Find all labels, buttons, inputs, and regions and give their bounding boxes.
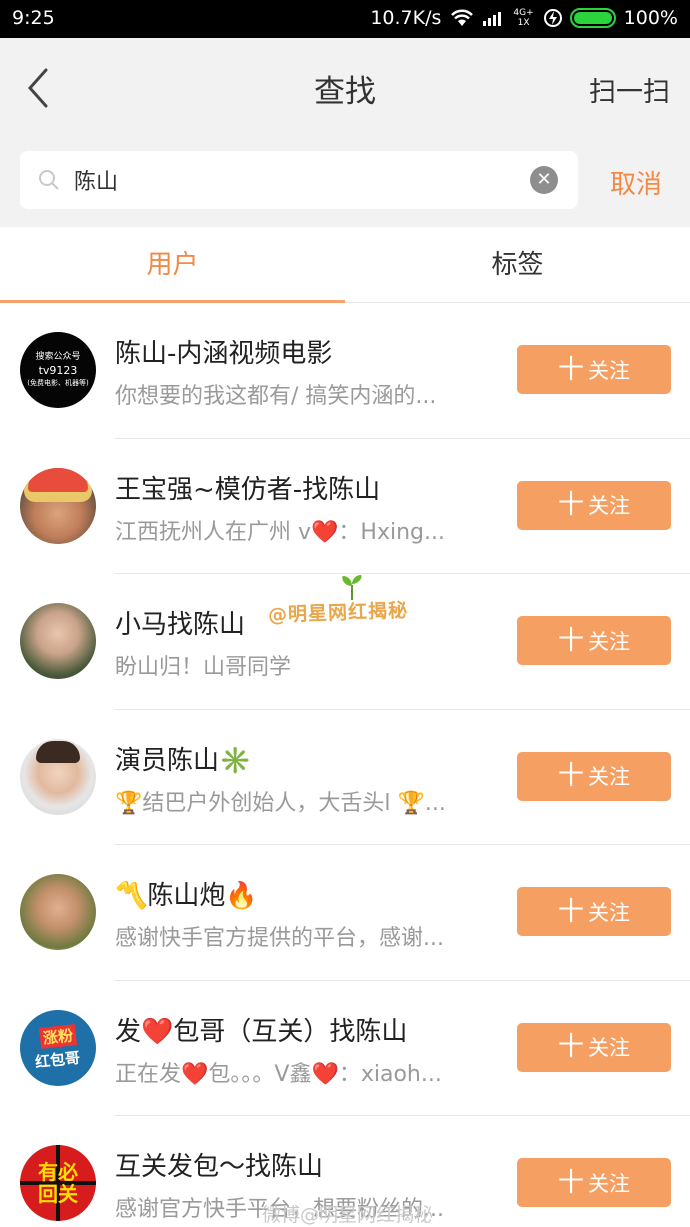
list-item[interactable]: 演员陈山✳️ 🏆结巴户外创始人，大舌头l 🏆... 十 关注: [0, 710, 690, 845]
plus-icon: 十: [557, 625, 584, 656]
user-description: 盼山归！山哥同学: [115, 655, 292, 680]
signal-bars-icon: [483, 12, 502, 26]
avatar[interactable]: [20, 874, 96, 950]
follow-button[interactable]: 十 关注: [517, 751, 671, 801]
footer-watermark: 微博@明星网红揭秘: [262, 1204, 434, 1226]
list-item[interactable]: 〽️陈山炮🔥 感谢快手官方提供的平台，感谢... 十 关注: [0, 845, 690, 981]
charging-icon: [543, 9, 562, 27]
user-result-list: 搜索公众号 tv9123 (免费电影、机器等) 陈山-内涵视频电影 你想要的我这…: [0, 303, 690, 1227]
follow-button[interactable]: 十 关注: [517, 480, 671, 530]
plus-icon: 十: [557, 354, 584, 385]
user-name: 小马找陈山: [115, 610, 246, 640]
network-label: 4G+: [513, 8, 534, 18]
follow-label: 关注: [588, 765, 630, 789]
clear-icon[interactable]: ✕: [530, 166, 558, 194]
avatar-text: tv9123: [38, 363, 78, 377]
plus-icon: 十: [557, 761, 584, 791]
user-description: 你想要的我这都有/ 搞笑内涵的...: [115, 384, 437, 409]
battery-percent: 100%: [623, 7, 678, 29]
user-name: 互关发包～找陈山: [115, 1152, 324, 1182]
avatar-text: 回关: [38, 1182, 78, 1206]
list-item[interactable]: 涨粉 红包哥 发❤️包哥（互关）找陈山 正在发❤️包。。。V鑫❤️：xiaoh.…: [0, 981, 690, 1116]
avatar[interactable]: [20, 603, 96, 679]
search-icon: [39, 170, 59, 190]
battery-icon: [569, 8, 616, 28]
network-speed: 10.7K/s: [370, 7, 442, 29]
follow-label: 关注: [588, 494, 630, 518]
watermark-text: @明星网红揭秘: [267, 599, 409, 627]
wifi-icon: [451, 9, 474, 26]
follow-label: 关注: [588, 1036, 630, 1060]
plus-icon: 十: [557, 1032, 584, 1062]
follow-button[interactable]: 十 关注: [517, 1158, 671, 1207]
tab-tags[interactable]: 标签: [345, 227, 690, 302]
cancel-button[interactable]: 取消: [610, 164, 662, 201]
page-title: 查找: [314, 74, 376, 110]
avatar[interactable]: 搜索公众号 tv9123 (免费电影、机器等): [20, 332, 96, 408]
tab-bar: 用户 标签: [0, 227, 690, 303]
scan-button[interactable]: 扫一扫: [589, 70, 670, 109]
user-name: 发❤️包哥（互关）找陈山: [115, 1016, 408, 1047]
follow-label: 关注: [588, 358, 630, 383]
user-name: 〽️陈山炮🔥: [115, 881, 258, 911]
user-description: 江西抚州人在广州 v❤️：Hxing...: [115, 519, 445, 545]
avatar[interactable]: [20, 467, 96, 544]
avatar-text: 搜索公众号: [35, 351, 81, 362]
follow-button[interactable]: 十 关注: [517, 1022, 671, 1072]
status-bar: 9:25 10.7K/s 4G+ 1X 100%: [0, 0, 690, 38]
user-description: 正在发❤️包。。。V鑫❤️：xiaoh...: [115, 1061, 442, 1087]
follow-button[interactable]: 十 关注: [517, 616, 671, 665]
list-item[interactable]: 搜索公众号 tv9123 (免费电影、机器等) 陈山-内涵视频电影 你想要的我这…: [0, 303, 690, 439]
follow-label: 关注: [588, 900, 630, 925]
status-indicators: 10.7K/s 4G+ 1X 100%: [370, 7, 678, 29]
plus-icon: 十: [557, 1167, 584, 1198]
follow-label: 关注: [588, 1171, 630, 1196]
plus-icon: 十: [557, 896, 584, 927]
list-item[interactable]: 王宝强~模仿者-找陈山 江西抚州人在广州 v❤️：Hxing... 十 关注: [0, 439, 690, 574]
follow-button[interactable]: 十 关注: [517, 887, 671, 936]
avatar-text: 涨粉: [38, 1023, 77, 1049]
follow-label: 关注: [588, 629, 630, 654]
search-box[interactable]: ✕: [20, 151, 578, 209]
user-description: 感谢快手官方提供的平台，感谢...: [115, 926, 444, 951]
avatar-text: 有必: [38, 1160, 78, 1184]
user-name: 陈山-内涵视频电影: [115, 339, 333, 369]
plus-icon: 十: [557, 490, 584, 520]
user-name: 王宝强~模仿者-找陈山: [115, 474, 381, 505]
follow-button[interactable]: 十 关注: [517, 345, 671, 394]
status-time: 9:25: [12, 7, 55, 29]
network-sub-label: 1X: [517, 18, 530, 28]
avatar-text: 红包哥: [34, 1048, 82, 1071]
network-type: 4G+ 1X: [513, 8, 533, 28]
avatar-text: (免费电影、机器等): [27, 378, 89, 387]
avatar[interactable]: 涨粉 红包哥: [20, 1009, 96, 1086]
search-input[interactable]: [74, 151, 514, 209]
avatar[interactable]: [20, 738, 96, 815]
avatar[interactable]: 有必 回关: [20, 1145, 96, 1221]
user-description: 🏆结巴户外创始人，大舌头l 🏆...: [115, 790, 446, 816]
tab-users[interactable]: 用户: [0, 227, 345, 303]
user-name: 演员陈山✳️: [115, 745, 252, 776]
